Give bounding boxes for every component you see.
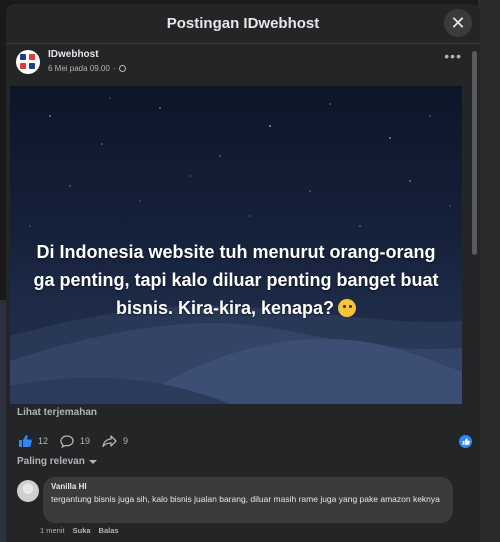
more-options-button[interactable]: ••• [444,48,470,64]
modal-title: Postingan IDwebhost [166,15,320,32]
like-count-button[interactable]: 12 [18,435,48,447]
like-icon [18,435,32,447]
close-button[interactable]: ✕ [444,9,472,37]
thinking-face-emoji [338,299,357,317]
post-text: Di Indonesia website tuh menurut orang-o… [33,242,439,318]
scrollbar[interactable] [472,51,477,255]
comment-reply-button[interactable]: Balas [99,526,119,535]
close-icon: ✕ [450,13,466,33]
comment-actions: 1 menit Suka Balas [40,526,119,535]
post-meta: 6 Mei pada 09.00 · [48,64,444,73]
modal-header: Postingan IDwebhost ✕ [6,4,480,44]
post-date[interactable]: 6 Mei pada 09.00 [48,64,110,73]
like-badge-icon [459,434,472,448]
comment-icon [60,434,74,448]
idwebhost-logo-icon [20,54,36,70]
author-name[interactable]: IDwebhost [48,49,444,60]
comment-time[interactable]: 1 menit [40,526,65,535]
page-like-reaction[interactable] [459,434,472,448]
comment-like-button[interactable]: Suka [73,526,91,535]
author-avatar[interactable] [16,50,40,74]
comment-count-button[interactable]: 19 [60,434,91,448]
comment-author[interactable]: Vanilla HI [51,482,445,491]
comment-count: 19 [80,436,91,446]
comment-sort-dropdown[interactable]: Paling relevan [17,456,97,467]
share-count: 9 [123,436,129,446]
modal-scroll-area[interactable]: IDwebhost 6 Mei pada 09.00 · ••• Di Indo… [6,45,480,542]
share-count-button[interactable]: 9 [102,435,128,447]
see-translation-link[interactable]: Lihat terjemahan [17,407,97,418]
author-block: IDwebhost 6 Mei pada 09.00 · [48,49,444,73]
background-page-edge [478,0,500,542]
more-icon: ••• [444,48,462,64]
share-icon [102,435,117,447]
commenter-avatar[interactable] [17,480,39,502]
comment-bubble: Vanilla HI tergantung bisnis juga sih, k… [43,477,453,523]
sort-label: Paling relevan [17,456,85,467]
globe-icon [118,65,126,72]
reactions-bar: 12 19 9 [18,431,472,451]
post-header: IDwebhost 6 Mei pada 09.00 · ••• [6,45,480,81]
post-image[interactable]: Di Indonesia website tuh menurut orang-o… [10,86,462,404]
comment-text: tergantung bisnis juga sih, kalo bisnis … [51,494,440,504]
chevron-down-icon [88,459,97,464]
like-count: 12 [38,436,49,446]
post-modal: Postingan IDwebhost ✕ IDwebhost 6 Mei pa… [6,4,480,542]
